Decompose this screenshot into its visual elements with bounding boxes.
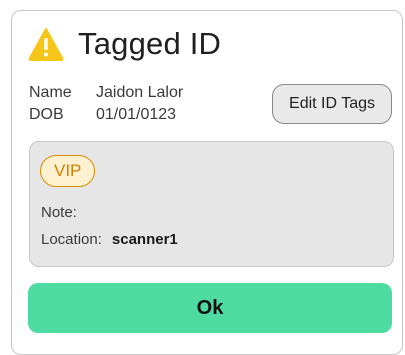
dob-value: 01/01/0123 — [96, 106, 177, 123]
ok-button[interactable]: Ok — [28, 283, 392, 333]
tag-panel: VIP Note: Location: scanner1 — [29, 141, 394, 267]
location-value: scanner1 — [111, 231, 178, 248]
dob-label: DOB — [29, 106, 64, 123]
name-value: Jaidon Lalor — [96, 84, 184, 101]
name-row: Name Jaidon Lalor — [29, 82, 183, 104]
person-info: Name Jaidon Lalor DOB 01/01/0123 — [29, 82, 183, 126]
edit-id-tags-button[interactable]: Edit ID Tags — [272, 84, 392, 124]
vip-tag-badge: VIP — [40, 155, 96, 187]
location-label: Location: — [41, 231, 102, 248]
dialog-title: Tagged ID — [78, 26, 222, 61]
name-label: Name — [29, 84, 72, 101]
location-row: Location: scanner1 — [41, 231, 178, 248]
dialog-header: Tagged ID — [28, 26, 221, 62]
note-label: Note: — [41, 204, 77, 221]
dob-row: DOB 01/01/0123 — [29, 104, 183, 126]
warning-icon — [28, 28, 64, 61]
